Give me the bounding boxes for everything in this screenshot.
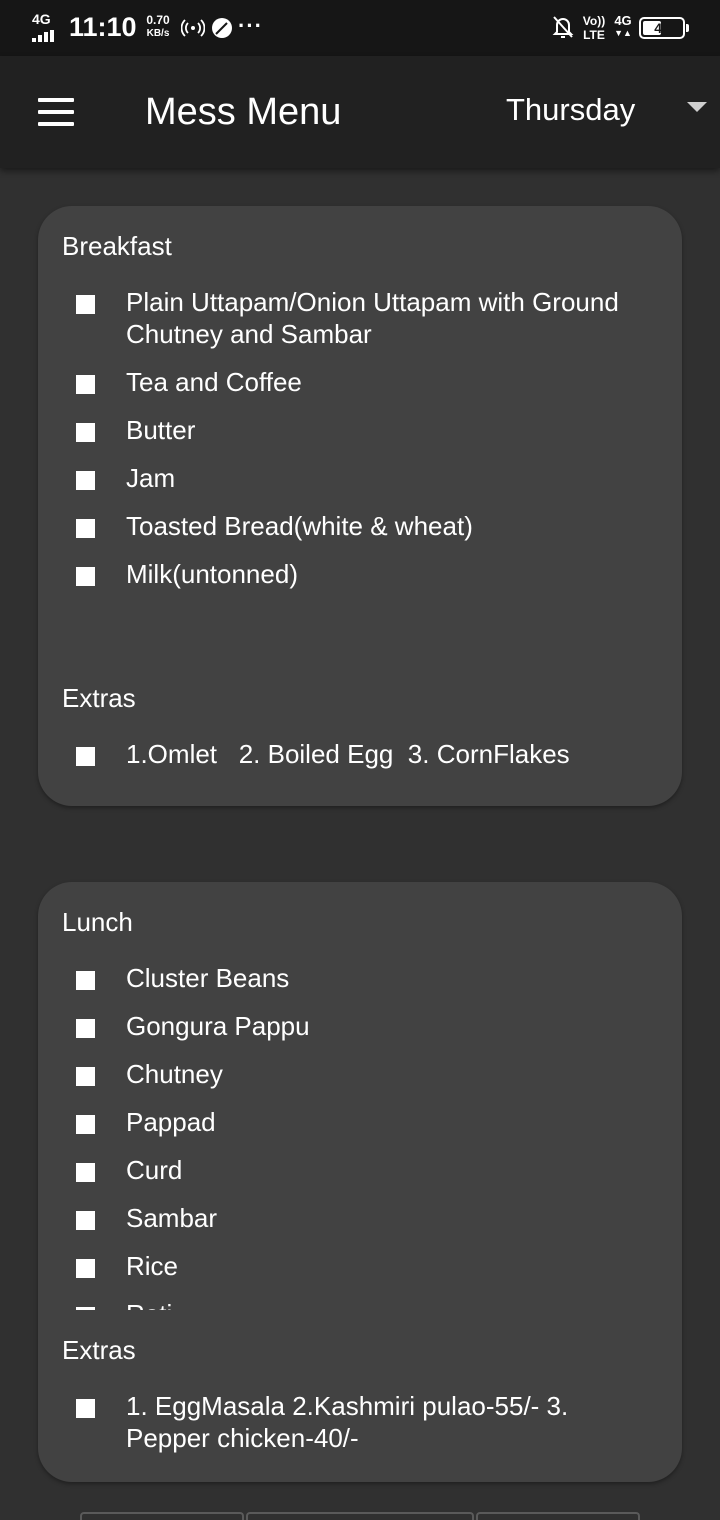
volte-top: Vo)) <box>582 14 606 28</box>
item-text: Plain Uttapam/Onion Uttapam with Ground … <box>126 287 619 349</box>
item-text: 1.Omlet 2. Boiled Egg 3. CornFlakes <box>126 739 570 769</box>
breakfast-card: Breakfast Plain Uttapam/Onion Uttapam wi… <box>38 206 682 806</box>
list-item: 1.Omlet 2. Boiled Egg 3. CornFlakes <box>38 738 682 770</box>
hotspot-icon <box>181 19 205 37</box>
list-item: Curd <box>38 1154 682 1186</box>
lunch-title: Lunch <box>62 907 133 937</box>
list-item: Sambar <box>38 1202 682 1234</box>
day-dropdown-value: Thursday <box>506 92 636 127</box>
list-item: Tea and Coffee <box>38 366 682 398</box>
bottom-cards-peek <box>0 1512 720 1520</box>
breakfast-title: Breakfast <box>62 231 172 261</box>
status-time: 11:10 <box>69 12 137 42</box>
item-text: Rice <box>126 1251 179 1281</box>
lunch-extras-title: Extras <box>62 1335 136 1365</box>
item-text: Butter <box>126 415 196 445</box>
battery-icon: 47 <box>639 17 689 39</box>
item-text: Milk(untonned) <box>126 559 298 589</box>
item-text: Jam <box>126 463 176 493</box>
item-text: Gongura Pappu <box>126 1011 310 1041</box>
bullet-icon <box>76 423 95 442</box>
volte-bottom: LTE <box>583 28 605 42</box>
muted-bell-icon <box>552 16 574 38</box>
menu-content[interactable]: Breakfast Plain Uttapam/Onion Uttapam wi… <box>0 168 720 1520</box>
list-item: Pappad <box>38 1106 682 1138</box>
list-item: Chutney <box>38 1058 682 1090</box>
dropdown-caret-icon <box>687 102 707 112</box>
leaf-icon <box>212 18 232 38</box>
status-bar: 4G 11:10 0.70 KB/s ··· Vo)) LTE 4G ▼▲ 47 <box>0 0 720 56</box>
bullet-icon <box>76 375 95 394</box>
item-text: Curd <box>126 1155 183 1185</box>
bullet-icon <box>76 1163 95 1182</box>
item-text: Tea and Coffee <box>126 367 302 397</box>
list-item: 1. EggMasala 2.Kashmiri pulao-55/- 3. Pe… <box>38 1390 682 1454</box>
bullet-icon <box>76 1307 95 1310</box>
lunch-items-scroll[interactable]: Cluster Beans Gongura Pappu Chutney Papp… <box>38 960 682 1310</box>
breakfast-extras: 1.Omlet 2. Boiled Egg 3. CornFlakes <box>38 738 682 786</box>
breakfast-items: Plain Uttapam/Onion Uttapam with Ground … <box>38 286 682 606</box>
item-text: 1. EggMasala 2.Kashmiri pulao-55/- 3. Pe… <box>126 1391 569 1453</box>
network-right: 4G ▼▲ <box>612 13 634 39</box>
list-item: Cluster Beans <box>38 962 682 994</box>
more-notifications-icon: ··· <box>238 13 263 38</box>
bullet-icon <box>76 747 95 766</box>
network-type: 4G <box>32 11 51 27</box>
item-text: Cluster Beans <box>126 963 290 993</box>
list-item: Butter <box>38 414 682 446</box>
list-item: Milk(untonned) <box>38 558 682 590</box>
breakfast-extras-title: Extras <box>62 683 136 713</box>
day-dropdown[interactable]: Thursday <box>490 82 720 142</box>
network-right-label: 4G <box>614 13 632 28</box>
bullet-icon <box>76 471 95 490</box>
signal-icon: 4G <box>32 12 62 42</box>
network-speed: 0.70 KB/s <box>143 14 173 40</box>
bullet-icon <box>76 1259 95 1278</box>
list-item: Gongura Pappu <box>38 1010 682 1042</box>
bullet-icon <box>76 1211 95 1230</box>
item-text: Toasted Bread(white & wheat) <box>126 511 473 541</box>
bullet-icon <box>76 567 95 586</box>
volte-indicator: Vo)) LTE <box>580 14 608 42</box>
bullet-icon <box>76 1019 95 1038</box>
item-text: Chutney <box>126 1059 223 1089</box>
bullet-icon <box>76 1067 95 1086</box>
battery-level: 47 <box>654 20 670 36</box>
list-item: Toasted Bread(white & wheat) <box>38 510 682 542</box>
app-bar: Mess Menu Thursday <box>0 56 720 168</box>
list-item: Roti <box>38 1298 682 1310</box>
lunch-card: Lunch Cluster Beans Gongura Pappu Chutne… <box>38 882 682 1482</box>
bullet-icon <box>76 295 95 314</box>
item-text: Pappad <box>126 1107 216 1137</box>
speed-value: 0.70 <box>146 13 170 27</box>
bullet-icon <box>76 971 95 990</box>
item-text: Roti <box>126 1299 172 1310</box>
menu-button[interactable] <box>20 86 92 138</box>
bullet-icon <box>76 1399 95 1418</box>
bullet-icon <box>76 519 95 538</box>
list-item: Plain Uttapam/Onion Uttapam with Ground … <box>38 286 682 350</box>
speed-unit: KB/s <box>146 28 170 39</box>
page-title: Mess Menu <box>145 91 342 133</box>
lunch-extras: 1. EggMasala 2.Kashmiri pulao-55/- 3. Pe… <box>38 1390 682 1470</box>
item-text: Sambar <box>126 1203 218 1233</box>
lunch-items: Cluster Beans Gongura Pappu Chutney Papp… <box>38 962 682 1310</box>
bullet-icon <box>76 1115 95 1134</box>
data-arrows-icon: ▼▲ <box>614 28 632 38</box>
list-item: Rice <box>38 1250 682 1282</box>
list-item: Jam <box>38 462 682 494</box>
